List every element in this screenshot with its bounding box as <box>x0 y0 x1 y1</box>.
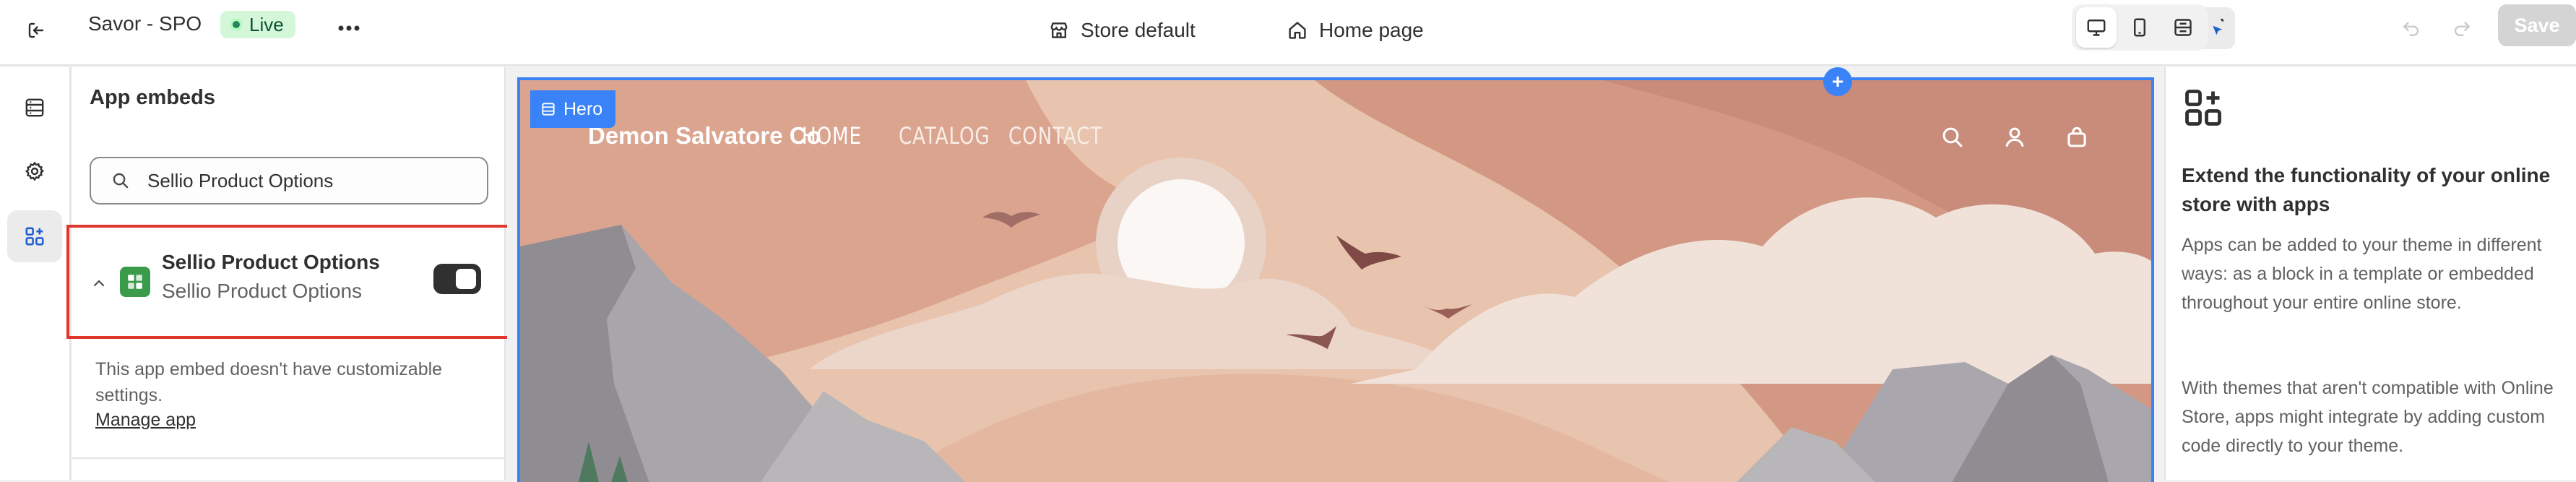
store-selector-label: Store default <box>1081 19 1196 41</box>
fullwidth-view-button[interactable] <box>2163 7 2203 48</box>
help-title: Extend the functionality of your online … <box>2182 164 2551 215</box>
store-icon <box>1050 22 1068 38</box>
status-label: Live <box>249 13 284 35</box>
gear-icon <box>25 161 45 181</box>
manage-app-link[interactable]: Manage app <box>95 410 196 431</box>
chevron-up-icon[interactable] <box>88 272 110 294</box>
page-selector-label: Home page <box>1319 19 1424 41</box>
undo-icon <box>2403 22 2419 36</box>
save-button[interactable]: Save <box>2498 4 2576 46</box>
embed-enabled-toggle[interactable] <box>433 264 481 294</box>
toggle-knob <box>456 269 476 289</box>
apps-add-icon <box>2185 90 2221 126</box>
sections-icon <box>25 98 44 117</box>
left-rail <box>0 67 71 480</box>
hero-section[interactable]: Hero Demon Salvatore Co HOME CATALOG CON… <box>517 77 2154 482</box>
hero-section-tag[interactable]: Hero <box>530 90 616 128</box>
store-header-icons <box>1936 121 2093 154</box>
embed-note: This app embed doesn't have customizable… <box>95 359 443 405</box>
theme-title: Savor - SPO <box>88 12 202 35</box>
app-embed-item[interactable]: Sellio Product Options Sellio Product Op… <box>66 225 511 339</box>
theme-preview: + Hero Demon Salvatore Co HOME CATALOG C… <box>507 67 2163 482</box>
desktop-icon <box>2087 20 2106 36</box>
store-search-icon[interactable] <box>1936 121 1969 154</box>
help-paragraph-2: With themes that aren't compatible with … <box>2182 378 2554 456</box>
exit-icon <box>28 22 44 38</box>
more-horizontal-icon <box>338 25 360 31</box>
store-name[interactable]: Demon Salvatore Co <box>588 122 821 150</box>
nav-contact[interactable]: CONTACT <box>1008 122 1102 150</box>
account-icon[interactable] <box>1998 121 2031 154</box>
embed-name: Sellio Product Options <box>162 251 380 273</box>
live-status-badge: Live <box>220 11 295 38</box>
undo-button[interactable] <box>2395 10 2427 46</box>
mobile-view-button[interactable] <box>2119 7 2160 48</box>
help-panel: Extend the functionality of your online … <box>2164 67 2576 480</box>
apps-icon <box>25 227 44 246</box>
help-paragraph-1: Apps can be added to your theme in diffe… <box>2182 235 2542 313</box>
more-actions-button[interactable] <box>331 10 367 46</box>
fullscreen-icon <box>2174 19 2192 36</box>
home-icon <box>1289 22 1306 39</box>
nav-catalog[interactable]: CATALOG <box>899 122 990 150</box>
divider <box>72 457 504 459</box>
page-selector[interactable]: Home page <box>1286 10 1424 51</box>
redo-button[interactable] <box>2446 10 2478 46</box>
search-icon <box>110 170 131 191</box>
redo-icon <box>2454 22 2471 36</box>
app-embeds-panel: App embeds Sellio Product Options Sellio… <box>66 67 511 480</box>
nav-home[interactable]: HOME <box>802 122 861 150</box>
search-field[interactable] <box>90 157 488 205</box>
rail-sections-button[interactable] <box>7 82 62 134</box>
embed-subtitle: Sellio Product Options <box>162 280 363 302</box>
store-nav: HOME CATALOG CONTACT <box>802 122 1102 150</box>
hero-tag-label: Hero <box>563 98 603 119</box>
store-selector[interactable]: Store default <box>1047 10 1196 51</box>
exit-button[interactable] <box>16 10 56 51</box>
desktop-view-button[interactable] <box>2076 7 2117 48</box>
top-bar: Savor - SPO Live Store default Home page <box>0 0 2576 66</box>
cart-icon[interactable] <box>2060 121 2093 154</box>
mobile-icon <box>2134 18 2145 37</box>
viewport-toggle-group <box>2072 4 2208 51</box>
panel-title: App embeds <box>90 86 216 109</box>
rail-settings-button[interactable] <box>7 145 62 197</box>
search-input[interactable] <box>147 169 465 192</box>
section-icon <box>542 103 555 116</box>
add-section-button[interactable]: + <box>1823 67 1852 96</box>
rail-app-embeds-button[interactable] <box>7 210 62 262</box>
sellio-app-icon <box>120 267 150 297</box>
status-dot <box>230 19 242 30</box>
